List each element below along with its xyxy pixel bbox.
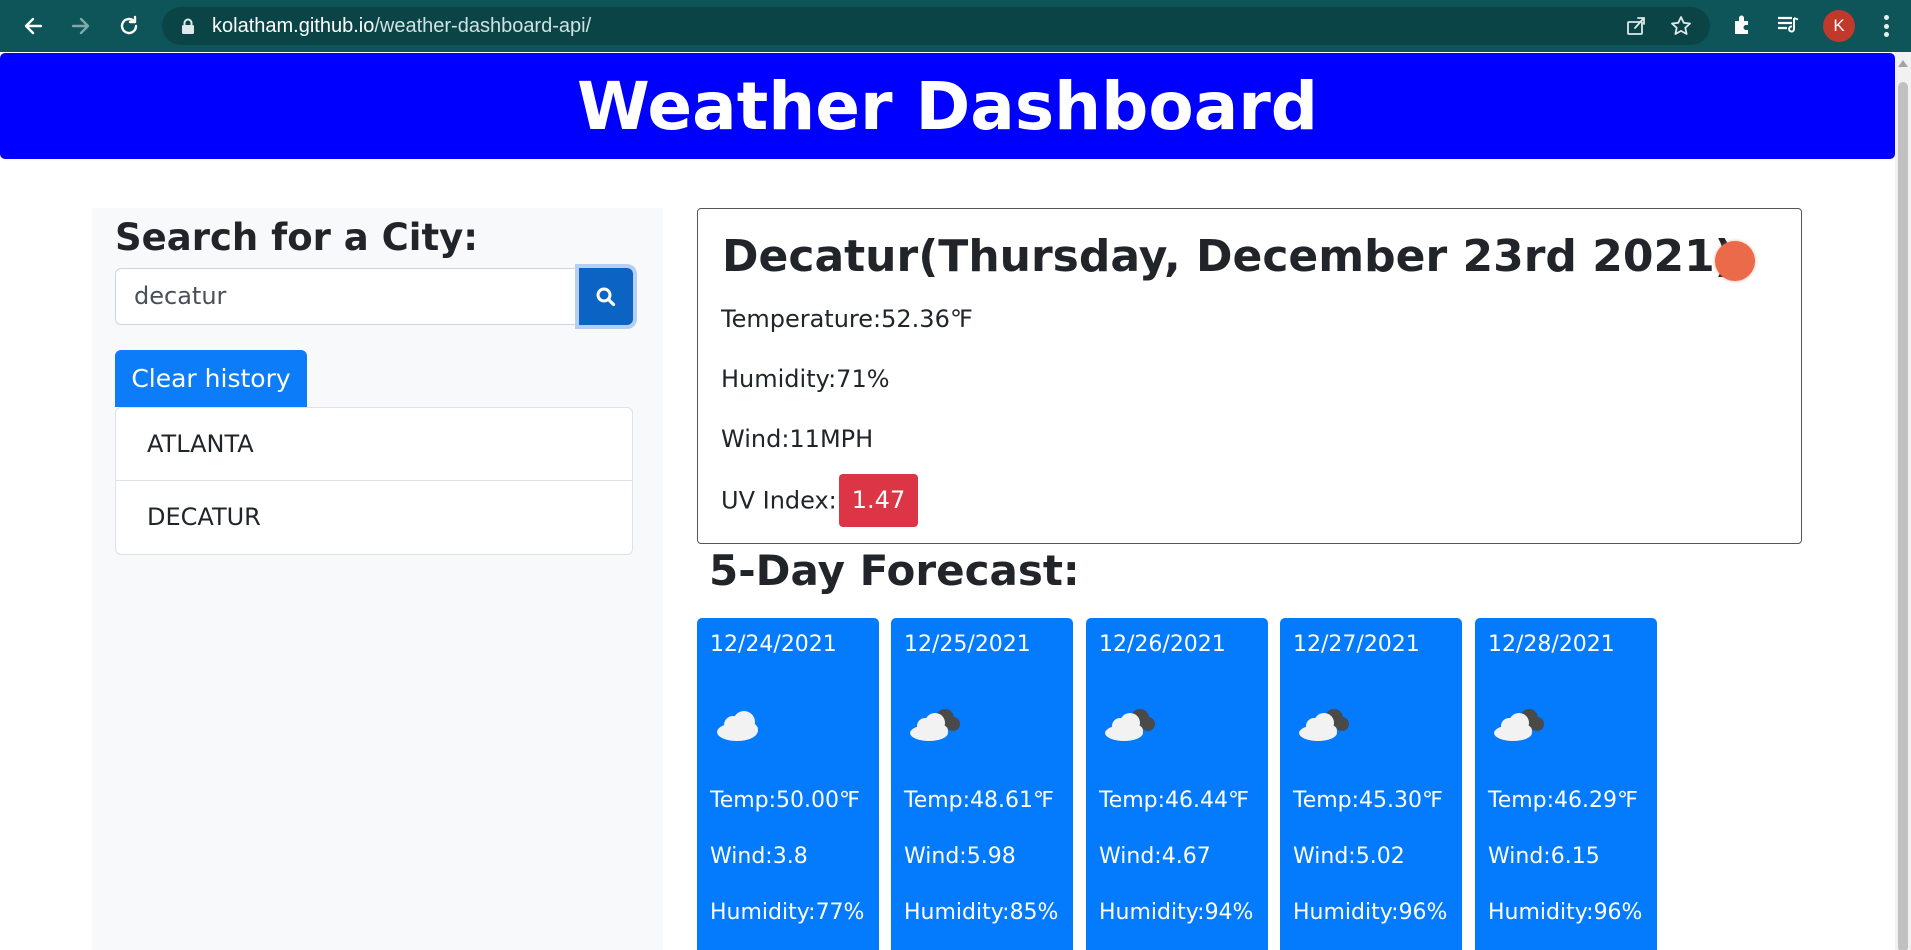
page-header: Weather Dashboard — [0, 53, 1895, 159]
forward-button[interactable] — [65, 10, 97, 42]
page-scrollbar[interactable] — [1895, 52, 1911, 950]
broken-clouds-icon — [910, 709, 960, 741]
browser-menu-button[interactable] — [1876, 12, 1896, 40]
history-item-decatur[interactable]: DECATUR — [116, 481, 632, 554]
forecast-wind: Wind:5.98 — [904, 844, 1016, 869]
browser-toolbar: kolatham.github.io/weather-dashboard-api… — [0, 0, 1911, 52]
forecast-card: 12/27/2021 Temp:45.30℉ Wind:5.02 Humidit… — [1280, 618, 1462, 950]
scrollbar-thumb[interactable] — [1898, 82, 1908, 950]
broken-clouds-icon — [1105, 709, 1155, 741]
share-icon[interactable] — [1625, 15, 1647, 37]
forecast-card: 12/26/2021 Temp:46.44℉ Wind:4.67 Humidit… — [1086, 618, 1268, 950]
broken-clouds-icon — [1299, 709, 1349, 741]
current-weather-card: Decatur(Thursday, December 23rd 2021) Te… — [697, 208, 1802, 544]
forecast-humidity: Humidity:77% — [710, 900, 865, 925]
address-bar[interactable]: kolatham.github.io/weather-dashboard-api… — [162, 7, 1710, 45]
forecast-date: 12/28/2021 — [1488, 632, 1615, 657]
forecast-date: 12/24/2021 — [710, 632, 837, 657]
search-heading: Search for a City: — [115, 216, 479, 259]
forward-arrow-icon — [71, 17, 90, 35]
forecast-date: 12/25/2021 — [904, 632, 1031, 657]
current-city-title: Decatur(Thursday, December 23rd 2021) — [722, 231, 1735, 282]
page-title: Weather Dashboard — [576, 67, 1319, 145]
forecast-temp: Temp:46.44℉ — [1099, 788, 1249, 813]
forecast-card: 12/25/2021 Temp:48.61℉ Wind:5.98 Humidit… — [891, 618, 1073, 950]
forecast-humidity: Humidity:94% — [1099, 900, 1254, 925]
profile-avatar[interactable]: K — [1823, 10, 1855, 42]
forecast-wind: Wind:5.02 — [1293, 844, 1405, 869]
forecast-card: 12/28/2021 Temp:46.29℉ Wind:6.15 Humidit… — [1475, 618, 1657, 950]
forecast-temp: Temp:48.61℉ — [904, 788, 1054, 813]
search-history-list: ATLANTA DECATUR — [115, 407, 633, 555]
back-button[interactable] — [17, 10, 49, 42]
search-sidebar: Search for a City: decatur Clear history… — [92, 208, 663, 950]
cloud-icon — [717, 711, 758, 741]
broken-clouds-icon — [1494, 709, 1544, 741]
clear-sun-icon — [1715, 241, 1755, 281]
forecast-temp: Temp:45.30℉ — [1293, 788, 1443, 813]
forecast-heading: 5-Day Forecast: — [709, 546, 1080, 595]
forecast-wind: Wind:4.67 — [1099, 844, 1211, 869]
forecast-temp: Temp:50.00℉ — [710, 788, 860, 813]
reload-icon — [120, 15, 138, 35]
forecast-wind: Wind:6.15 — [1488, 844, 1600, 869]
search-button[interactable] — [579, 268, 633, 325]
forecast-date: 12/27/2021 — [1293, 632, 1420, 657]
forecast-date: 12/26/2021 — [1099, 632, 1226, 657]
clear-history-button[interactable]: Clear history — [115, 350, 307, 407]
lock-icon — [182, 18, 194, 34]
forecast-wind: Wind:3.8 — [710, 844, 808, 869]
current-wind: Wind:11MPH — [721, 425, 874, 453]
extensions-puzzle-icon[interactable] — [1730, 12, 1756, 38]
reload-button[interactable] — [113, 10, 145, 42]
forecast-humidity: Humidity:96% — [1293, 900, 1448, 925]
media-playlist-icon[interactable] — [1775, 12, 1801, 38]
forecast-card: 12/24/2021 Temp:50.00℉ Wind:3.8 Humidity… — [697, 618, 879, 950]
forecast-humidity: Humidity:96% — [1488, 900, 1643, 925]
back-arrow-icon — [24, 17, 43, 35]
url-text: kolatham.github.io/weather-dashboard-api… — [212, 15, 592, 37]
current-humidity: Humidity:71% — [721, 365, 890, 393]
search-icon — [596, 287, 616, 306]
current-temperature: Temperature:52.36℉ — [721, 305, 973, 333]
forecast-temp: Temp:46.29℉ — [1488, 788, 1638, 813]
history-item-atlanta[interactable]: ATLANTA — [116, 408, 632, 481]
forecast-humidity: Humidity:85% — [904, 900, 1059, 925]
city-search-input[interactable]: decatur — [115, 268, 579, 325]
current-uv-index: UV Index: 1.47 — [721, 474, 919, 527]
bookmark-star-icon[interactable] — [1670, 15, 1692, 37]
uv-index-badge: 1.47 — [838, 474, 919, 527]
scroll-up-arrow-icon[interactable] — [1898, 60, 1908, 67]
